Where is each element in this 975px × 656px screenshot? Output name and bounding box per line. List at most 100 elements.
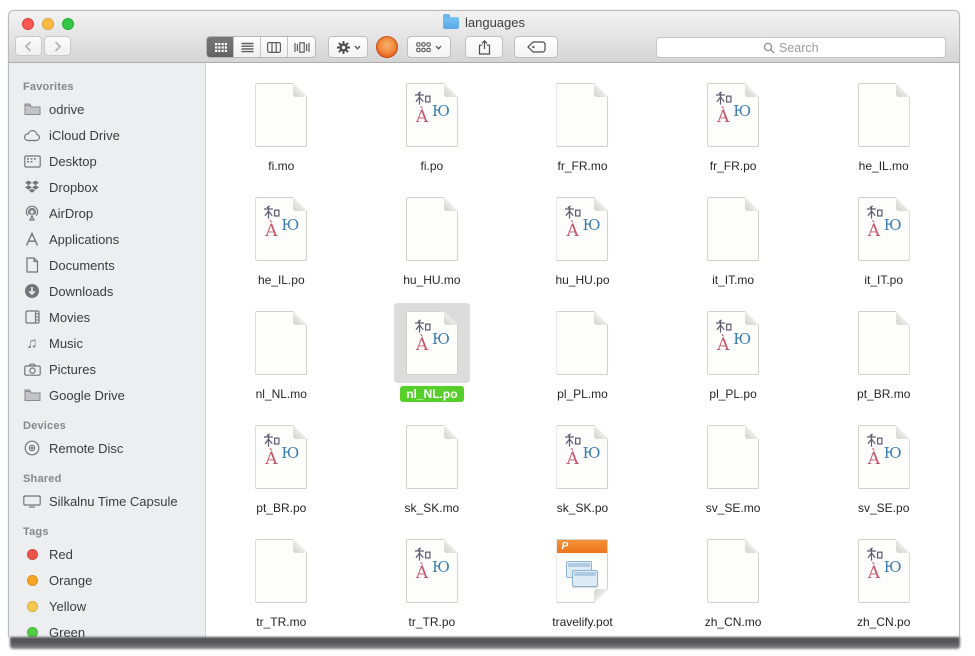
file-sk_SK.po[interactable]: ÀЮ sk_SK.po <box>507 415 658 529</box>
applications-icon <box>23 230 41 248</box>
sidebar-item-red[interactable]: Red <box>9 541 205 567</box>
cjk-glyph <box>263 433 280 448</box>
titlebar: languages <box>9 11 959 36</box>
cyrillic-glyph: Ю <box>884 560 902 575</box>
sidebar-item-icloud-drive[interactable]: iCloud Drive <box>9 122 205 148</box>
latin-glyph: À <box>868 223 880 240</box>
file-tr_TR.po[interactable]: ÀЮ tr_TR.po <box>357 529 508 637</box>
red-tag-dot-icon <box>23 545 41 563</box>
camera-icon <box>23 360 41 378</box>
translation-document-icon: ÀЮ <box>858 425 910 489</box>
cjk-glyph <box>866 433 883 448</box>
arrange-menu-button[interactable] <box>407 36 451 58</box>
blank-document-icon <box>255 311 307 375</box>
file-fr_FR.mo[interactable]: fr_FR.mo <box>507 73 658 187</box>
file-he_IL.mo[interactable]: he_IL.mo <box>808 73 959 187</box>
sidebar-item-yellow[interactable]: Yellow <box>9 593 205 619</box>
music-icon: ♫ <box>23 334 41 352</box>
sidebar-item-desktop[interactable]: Desktop <box>9 148 205 174</box>
cjk-glyph <box>414 91 431 106</box>
file-nl_NL.po[interactable]: ÀЮ nl_NL.po <box>357 301 508 415</box>
orange-tag-dot-icon <box>23 571 41 589</box>
file-sv_SE.mo[interactable]: sv_SE.mo <box>658 415 809 529</box>
file-fi.mo[interactable]: fi.mo <box>206 73 357 187</box>
blank-document-icon <box>707 539 759 603</box>
file-it_IT.po[interactable]: ÀЮ it_IT.po <box>808 187 959 301</box>
sidebar-item-label: Yellow <box>49 599 86 614</box>
file-nl_NL.mo[interactable]: nl_NL.mo <box>206 301 357 415</box>
sidebar-item-movies[interactable]: Movies <box>9 304 205 330</box>
file-pt_BR.mo[interactable]: pt_BR.mo <box>808 301 959 415</box>
search-field[interactable] <box>656 37 946 58</box>
file-hu_HU.mo[interactable]: hu_HU.mo <box>357 187 508 301</box>
movies-icon <box>23 308 41 326</box>
cyrillic-glyph: Ю <box>884 218 902 233</box>
translation-document-icon: ÀЮ <box>858 539 910 603</box>
sidebar-item-pictures[interactable]: Pictures <box>9 356 205 382</box>
coverflow-view-icon <box>294 42 310 53</box>
sidebar-item-label: Documents <box>49 258 115 273</box>
tags-button[interactable] <box>514 36 558 58</box>
sidebar-item-orange[interactable]: Orange <box>9 567 205 593</box>
file-pl_PL.mo[interactable]: pl_PL.mo <box>507 301 658 415</box>
blank-document-icon <box>556 83 608 147</box>
sidebar-item-odrive[interactable]: odrive <box>9 96 205 122</box>
sidebar-item-silkalnu-time-capsule[interactable]: Silkalnu Time Capsule <box>9 488 205 514</box>
file-fr_FR.po[interactable]: ÀЮ fr_FR.po <box>658 73 809 187</box>
file-sk_SK.mo[interactable]: sk_SK.mo <box>357 415 508 529</box>
file-tr_TR.mo[interactable]: tr_TR.mo <box>206 529 357 637</box>
desktop-icon <box>23 152 41 170</box>
sidebar-item-label: Google Drive <box>49 388 125 403</box>
file-icon-area: ÀЮ <box>544 189 620 269</box>
sidebar-section-devices: Devices Remote Disc <box>9 416 205 461</box>
file-zh_CN.po[interactable]: ÀЮ zh_CN.po <box>808 529 959 637</box>
sidebar-item-google-drive[interactable]: Google Drive <box>9 382 205 408</box>
sidebar-item-green[interactable]: Green <box>9 619 205 637</box>
sidebar-item-remote-disc[interactable]: Remote Disc <box>9 435 205 461</box>
sidebar-item-applications[interactable]: Applications <box>9 226 205 252</box>
sidebar-item-label: Green <box>49 625 85 638</box>
sidebar-item-music[interactable]: ♫ Music <box>9 330 205 356</box>
file-pt_BR.po[interactable]: ÀЮ pt_BR.po <box>206 415 357 529</box>
chevron-down-icon <box>354 45 361 50</box>
blank-document-icon <box>707 425 759 489</box>
sidebar: Favorites odrive iCloud Drive Desktop Dr… <box>9 63 206 637</box>
file-sv_SE.po[interactable]: ÀЮ sv_SE.po <box>808 415 959 529</box>
file-hu_HU.po[interactable]: ÀЮ hu_HU.po <box>507 187 658 301</box>
blank-document-icon <box>556 311 608 375</box>
file-zh_CN.mo[interactable]: zh_CN.mo <box>658 529 809 637</box>
action-menu-button[interactable] <box>328 36 368 58</box>
poedit-app-button[interactable] <box>375 35 399 59</box>
translation-document-icon: ÀЮ <box>406 539 458 603</box>
sidebar-item-airdrop[interactable]: AirDrop <box>9 200 205 226</box>
cyrillic-glyph: Ю <box>733 104 751 119</box>
sidebar-item-downloads[interactable]: Downloads <box>9 278 205 304</box>
file-name-label: pl_PL.po <box>703 386 762 402</box>
file-name-label: sv_SE.mo <box>700 500 767 516</box>
translation-document-icon: ÀЮ <box>406 83 458 147</box>
sidebar-item-dropbox[interactable]: Dropbox <box>9 174 205 200</box>
file-it_IT.mo[interactable]: it_IT.mo <box>658 187 809 301</box>
translation-document-icon: ÀЮ <box>556 425 608 489</box>
file-name-label: pl_PL.mo <box>551 386 614 402</box>
file-he_IL.po[interactable]: ÀЮ he_IL.po <box>206 187 357 301</box>
sidebar-item-documents[interactable]: Documents <box>9 252 205 278</box>
column-view-button[interactable] <box>261 37 288 57</box>
icon-view-button[interactable] <box>207 37 234 57</box>
coverflow-view-button[interactable] <box>288 37 315 57</box>
back-button[interactable] <box>15 36 42 56</box>
search-input[interactable] <box>779 41 839 55</box>
grid-view-icon <box>214 42 227 53</box>
file-name-label: it_IT.mo <box>706 272 760 288</box>
window-chrome: languages <box>9 11 959 63</box>
forward-button[interactable] <box>44 36 71 56</box>
list-view-button[interactable] <box>234 37 261 57</box>
sidebar-item-label: Applications <box>49 232 119 247</box>
share-button[interactable] <box>465 36 503 58</box>
latin-glyph: À <box>416 565 428 582</box>
sidebar-item-label: Pictures <box>49 362 96 377</box>
file-travelify.pot[interactable]: P travelify.pot <box>507 529 658 637</box>
file-fi.po[interactable]: ÀЮ fi.po <box>357 73 508 187</box>
file-pl_PL.po[interactable]: ÀЮ pl_PL.po <box>658 301 809 415</box>
file-name-label: pt_BR.mo <box>851 386 916 402</box>
